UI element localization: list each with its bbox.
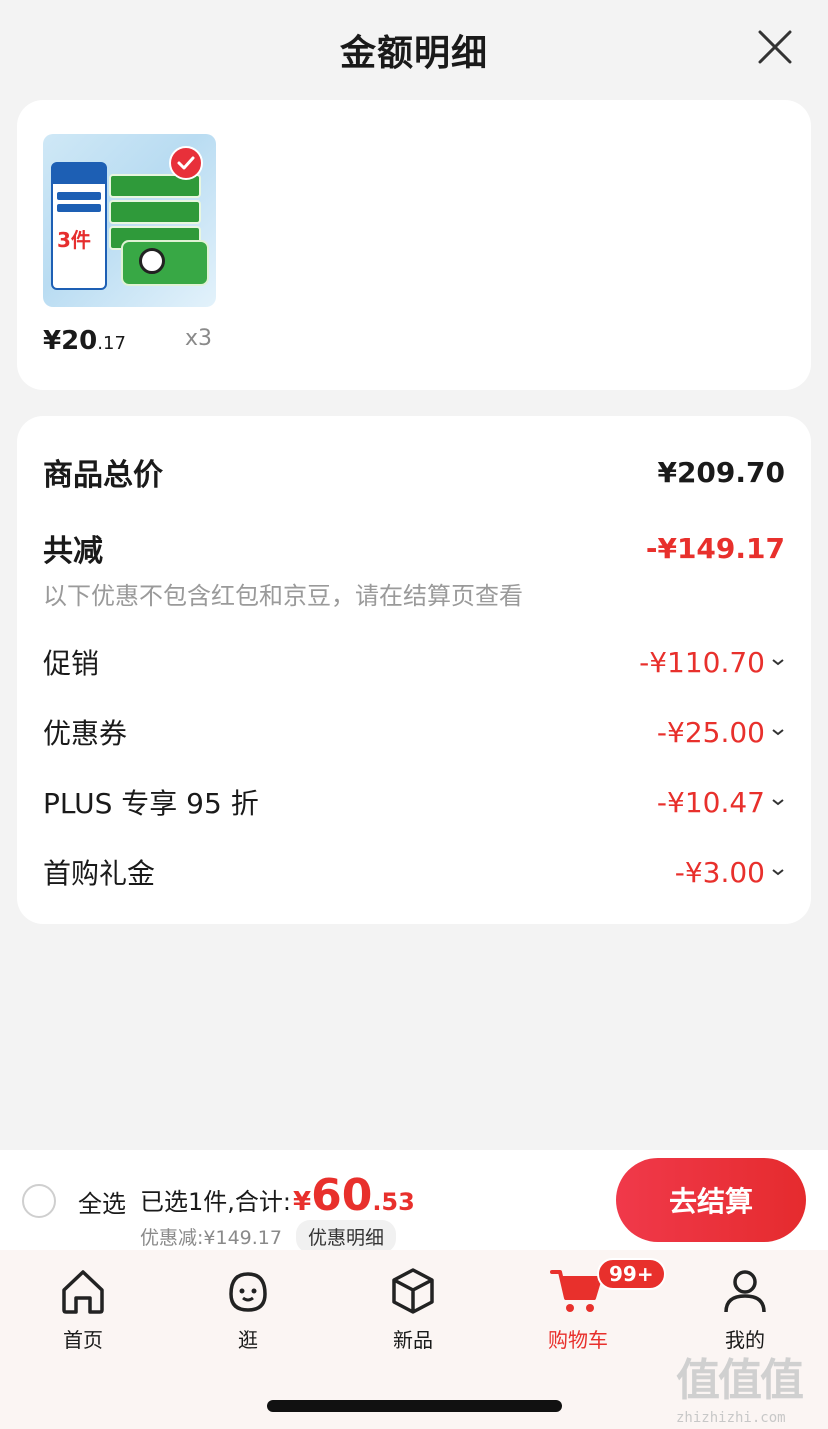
discount-value: -¥10.47 bbox=[657, 786, 785, 819]
discount-value: -¥25.00 bbox=[657, 716, 785, 749]
discount-row-first-purchase[interactable]: 首购礼金 -¥3.00 bbox=[43, 852, 785, 892]
discount-label: PLUS 专享 95 折 bbox=[43, 787, 259, 820]
watermark-glyphs: 值值值 bbox=[676, 1355, 804, 1406]
discount-value: -¥3.00 bbox=[675, 856, 785, 889]
product-image-panel: 3件 bbox=[51, 162, 107, 290]
user-icon bbox=[724, 1270, 766, 1313]
discount-label: 促销 bbox=[43, 647, 100, 680]
total-value: ¥209.70 bbox=[657, 455, 785, 489]
chevron-down-icon bbox=[772, 659, 784, 666]
discount-row-promotion[interactable]: 促销 -¥110.70 bbox=[43, 642, 785, 682]
discount-row-plus[interactable]: PLUS 专享 95 折 -¥10.47 bbox=[43, 782, 785, 822]
tab-label: 逛 bbox=[238, 1328, 258, 1352]
home-icon bbox=[62, 1270, 104, 1314]
watermark-logo: 值值值 zhizhizhi.com bbox=[676, 1344, 822, 1426]
price-summary-card: 商品总价 ¥209.70 共减 -¥149.17 以下优惠不包含红包和京豆，请在… bbox=[17, 416, 811, 924]
reduce-value: -¥149.17 bbox=[645, 531, 785, 565]
discount-amount: 优惠减:¥149.17 bbox=[140, 1227, 282, 1249]
select-all-label[interactable]: 全选 bbox=[78, 1184, 126, 1219]
home-indicator bbox=[267, 1400, 562, 1412]
reduce-label: 共减 bbox=[43, 534, 103, 569]
selected-total: 已选1件,合计: ¥ 60 .53 bbox=[140, 1170, 415, 1221]
discount-summary: 优惠减:¥149.17 优惠明细 bbox=[140, 1220, 396, 1253]
page-title: 金额明细 bbox=[339, 33, 488, 74]
checkout-bar: 全选 已选1件,合计: ¥ 60 .53 优惠减:¥149.17 优惠明细 去结… bbox=[0, 1150, 828, 1253]
total-row: 商品总价 ¥209.70 bbox=[43, 450, 785, 494]
tab-label: 新品 bbox=[393, 1328, 433, 1352]
discount-label: 首购礼金 bbox=[43, 857, 156, 890]
select-all-checkbox[interactable] bbox=[22, 1184, 56, 1218]
tab-home[interactable]: 首页 bbox=[18, 1264, 148, 1364]
face-icon bbox=[229, 1272, 267, 1312]
selected-check-icon[interactable] bbox=[169, 146, 203, 180]
watermark-url: zhizhizhi.com bbox=[676, 1410, 786, 1426]
product-image-label: 3件 bbox=[57, 228, 91, 252]
discount-value: -¥110.70 bbox=[639, 646, 785, 679]
discount-detail-button[interactable]: 优惠明细 bbox=[295, 1220, 396, 1253]
discount-row-coupon[interactable]: 优惠券 -¥25.00 bbox=[43, 712, 785, 752]
tab-label: 首页 bbox=[63, 1328, 103, 1352]
discount-note: 以下优惠不包含红包和京豆，请在结算页查看 bbox=[43, 582, 523, 610]
chevron-down-icon bbox=[772, 729, 784, 736]
chevron-down-icon bbox=[772, 869, 784, 876]
cart-badge: 99+ bbox=[597, 1258, 666, 1290]
checkout-button[interactable]: 去结算 bbox=[616, 1158, 806, 1242]
total-label: 商品总价 bbox=[43, 458, 163, 493]
item-quantity: x3 bbox=[185, 326, 213, 351]
tab-label: 购物车 bbox=[548, 1328, 608, 1352]
cube-icon bbox=[392, 1268, 434, 1314]
reduce-row: 共减 -¥149.17 bbox=[43, 526, 785, 570]
tab-new[interactable]: 新品 bbox=[348, 1264, 478, 1364]
tab-cart[interactable]: 99+ 购物车 bbox=[513, 1258, 666, 1364]
discount-label: 优惠券 bbox=[43, 717, 128, 750]
item-price: ¥20.17 bbox=[43, 326, 126, 356]
tab-browse[interactable]: 逛 bbox=[183, 1264, 313, 1364]
close-icon[interactable] bbox=[756, 28, 794, 66]
chevron-down-icon bbox=[772, 799, 784, 806]
header: 金额明细 bbox=[0, 0, 828, 96]
item-card: 3件 ¥20.17 x3 bbox=[17, 100, 811, 390]
